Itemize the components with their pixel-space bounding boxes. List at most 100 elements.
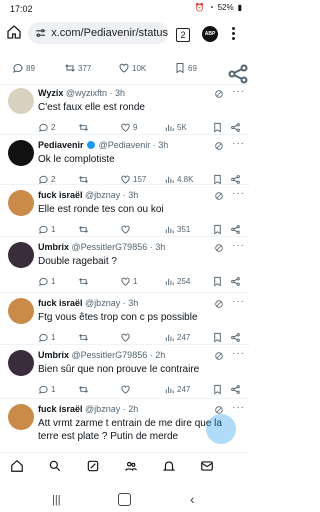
share-button[interactable] (230, 276, 241, 287)
author-name[interactable]: Pediavenir (38, 140, 84, 150)
home-icon[interactable] (6, 24, 22, 40)
tweet-text: Ok le complotiste (38, 154, 115, 165)
views-button[interactable]: 5K (164, 122, 187, 133)
compose-button[interactable] (206, 414, 236, 444)
avatar[interactable] (8, 242, 34, 268)
author-name[interactable]: Umbrix (38, 350, 69, 360)
reply-button[interactable]: 1 (38, 224, 55, 235)
like-button[interactable] (120, 332, 133, 343)
like-button[interactable] (120, 384, 133, 395)
site-settings-icon[interactable] (34, 26, 47, 40)
more-options-button[interactable]: ··· (232, 188, 245, 199)
tab-switcher-button[interactable]: 2 (176, 28, 190, 42)
like-button[interactable]: 9 (120, 122, 137, 133)
more-options-button[interactable]: ··· (232, 86, 245, 97)
reply-icon (39, 277, 48, 287)
home-system-icon[interactable] (118, 493, 131, 506)
views-icon (165, 386, 174, 394)
tweet-text: Double ragebait ? (38, 256, 117, 267)
status-icons: ⏰ ◔ 52% ▮ (195, 3, 242, 12)
share-button[interactable] (230, 384, 241, 395)
author-name[interactable]: fuck israël (38, 298, 83, 308)
bookmark-button[interactable] (212, 276, 223, 287)
avatar[interactable] (8, 404, 34, 430)
notifications-nav-icon[interactable] (162, 459, 176, 473)
grok-nav-icon[interactable] (86, 459, 100, 473)
reply-button[interactable]: 89 (12, 62, 35, 74)
bookmark-button[interactable] (212, 122, 223, 133)
repost-button[interactable] (78, 224, 91, 235)
reply-button[interactable]: 1 (38, 384, 55, 395)
repost-button[interactable] (78, 384, 91, 395)
bookmark-button[interactable] (212, 332, 223, 343)
grok-icon[interactable] (214, 299, 224, 309)
grok-icon[interactable] (214, 191, 224, 201)
author-name[interactable]: fuck israël (38, 404, 83, 414)
grok-icon[interactable] (214, 89, 224, 99)
repost-button[interactable] (78, 122, 91, 133)
views-count: 351 (177, 225, 191, 234)
url-field[interactable]: x.com/Pediavenir/status (28, 22, 168, 44)
home-nav-icon[interactable] (10, 459, 24, 473)
bookmark-button[interactable] (212, 224, 223, 235)
more-options-button[interactable]: ··· (232, 296, 245, 307)
share-button[interactable] (230, 332, 241, 343)
search-nav-icon[interactable] (48, 459, 62, 473)
heart-icon (119, 63, 129, 73)
adblock-icon[interactable]: ABP (202, 26, 218, 42)
messages-nav-icon[interactable] (200, 459, 214, 473)
views-count: 247 (177, 385, 191, 394)
more-options-button[interactable]: ··· (232, 402, 245, 413)
repost-button[interactable] (78, 332, 91, 343)
repost-button[interactable] (78, 276, 91, 287)
author-name[interactable]: Wyzix (38, 88, 63, 98)
reply-button[interactable]: 1 (38, 332, 55, 343)
avatar[interactable] (8, 88, 34, 114)
avatar[interactable] (8, 350, 34, 376)
author-name[interactable]: Umbrix (38, 242, 69, 252)
communities-nav-icon[interactable] (124, 459, 138, 473)
like-button[interactable]: 1 (120, 276, 137, 287)
recents-icon[interactable]: ||| (52, 494, 61, 506)
like-button[interactable] (120, 224, 133, 235)
divider (0, 398, 250, 399)
like-button[interactable]: 10K (118, 62, 146, 74)
reply-button[interactable]: 1 (38, 276, 55, 287)
avatar[interactable] (8, 190, 34, 216)
back-icon[interactable]: ‹ (190, 491, 195, 507)
tweet-header: Wyzix @wyzixftn · 3h (38, 88, 125, 98)
bookmark-icon (214, 384, 221, 395)
views-button[interactable]: 254 (164, 276, 190, 287)
more-options-button[interactable]: ··· (232, 138, 245, 149)
tweet-actions: 2 157 4.8K (38, 174, 244, 188)
views-icon (165, 278, 174, 286)
wifi-icon: ◔ (208, 3, 214, 12)
repost-icon (79, 334, 88, 341)
more-options-button[interactable]: ··· (232, 240, 245, 251)
more-options-button[interactable]: ··· (232, 348, 245, 359)
author-name[interactable]: fuck israël (38, 190, 83, 200)
divider (0, 134, 250, 135)
bookmark-button[interactable]: 69 (174, 62, 197, 74)
share-button[interactable] (230, 122, 241, 133)
share-icon (231, 277, 240, 286)
author-handle: @Pediavenir (98, 140, 151, 150)
grok-icon[interactable] (214, 351, 224, 361)
main-tweet-actions: 89 377 10K 69 (0, 58, 250, 84)
share-icon[interactable] (226, 62, 250, 86)
browser-menu-button[interactable] (232, 27, 235, 41)
avatar[interactable] (8, 140, 34, 166)
bookmark-icon (214, 332, 221, 343)
views-button[interactable]: 351 (164, 224, 190, 235)
grok-icon[interactable] (214, 243, 224, 253)
views-button[interactable]: 247 (164, 384, 190, 395)
reply-icon (39, 123, 48, 133)
views-button[interactable]: 247 (164, 332, 190, 343)
avatar[interactable] (8, 298, 34, 324)
bookmark-button[interactable] (212, 384, 223, 395)
repost-icon (79, 386, 88, 393)
reply-button[interactable]: 2 (38, 122, 55, 133)
grok-icon[interactable] (214, 141, 224, 151)
share-button[interactable] (230, 224, 241, 235)
repost-button[interactable]: 377 (64, 62, 91, 74)
